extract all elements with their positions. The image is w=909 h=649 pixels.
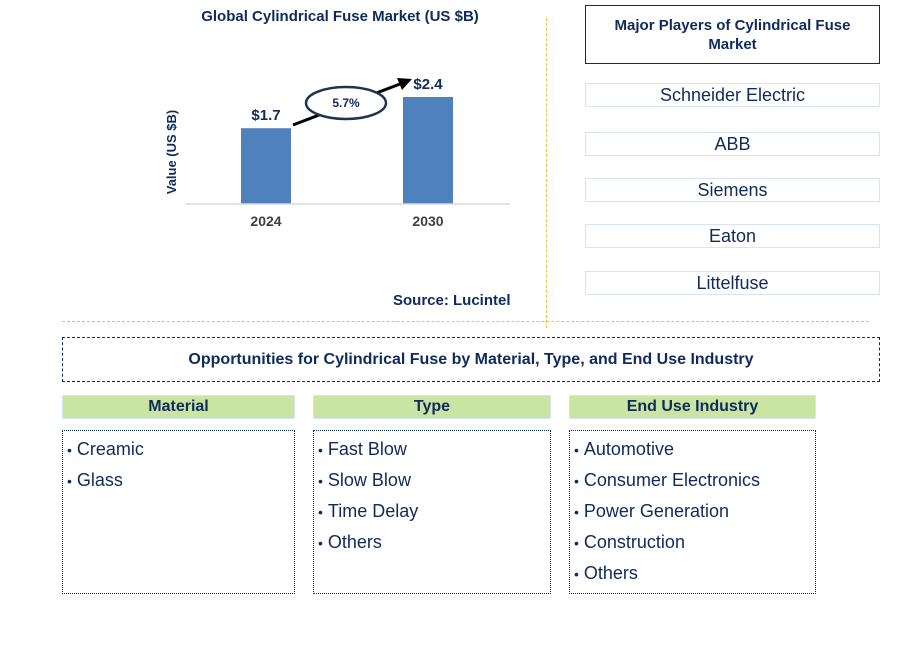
bullet-icon: • [318, 473, 323, 489]
vertical-divider [546, 18, 547, 328]
list-item-text: Time Delay [327, 501, 419, 521]
player-item: Schneider Electric [585, 83, 880, 107]
list-item: • Consumer Electronics [574, 465, 811, 496]
chart-title: Global Cylindrical Fuse Market (US $B) [201, 8, 479, 25]
list-item: • Construction [574, 527, 811, 558]
list-item-text: Creamic [76, 439, 144, 459]
bullet-icon: • [574, 535, 579, 551]
list-item: • Slow Blow [318, 465, 546, 496]
list-item: • Automotive [574, 434, 811, 465]
list-item: • Fast Blow [318, 434, 546, 465]
bullet-icon: • [574, 442, 579, 458]
list-item: • Glass [67, 465, 290, 496]
bar-2030 [403, 97, 453, 204]
list-item-text: Power Generation [583, 501, 729, 521]
category-list-end-use: • Automotive • Consumer Electronics • Power G… [569, 430, 816, 594]
category-list-type: • Fast Blow • Slow Blow • Time Delay • Others [313, 430, 551, 594]
player-item: ABB [585, 132, 880, 156]
horizontal-divider [62, 321, 869, 322]
bar-chart: Value (US $B) $1.7 2024 $2.4 2030 5.7% [164, 76, 510, 229]
list-item-text: Others [583, 563, 638, 583]
list-item-text: Fast Blow [327, 439, 407, 459]
y-axis-label: Value (US $B) [164, 110, 179, 195]
source-label: Source: Lucintel [393, 292, 511, 309]
bullet-icon: • [574, 473, 579, 489]
bullet-icon: • [318, 535, 323, 551]
category-header-type: Type [313, 395, 551, 419]
list-item: • Creamic [67, 434, 290, 465]
cagr-label: 5.7% [332, 96, 360, 110]
bullet-icon: • [67, 473, 72, 489]
list-item: • Power Generation [574, 496, 811, 527]
list-item-text: Automotive [583, 439, 674, 459]
bullet-icon: • [318, 442, 323, 458]
category-header-end-use: End Use Industry [569, 395, 816, 419]
list-item: • Time Delay [318, 496, 546, 527]
list-item-text: Slow Blow [327, 470, 411, 490]
bullet-icon: • [574, 566, 579, 582]
player-item: Siemens [585, 178, 880, 202]
list-item-text: Glass [76, 470, 123, 490]
bullet-icon: • [67, 442, 72, 458]
bar-2024 [241, 128, 291, 204]
cagr-annotation: 5.7% [292, 78, 412, 127]
player-item: Littelfuse [585, 271, 880, 295]
x-tick-label: 2030 [412, 213, 443, 229]
x-tick-label: 2024 [250, 213, 281, 229]
data-label: $2.4 [413, 76, 443, 93]
player-item: Eaton [585, 224, 880, 248]
bullet-icon: • [574, 504, 579, 520]
category-list-material: • Creamic • Glass [62, 430, 295, 594]
list-item: • Others [318, 527, 546, 558]
list-item-text: Construction [583, 532, 685, 552]
opportunities-title: Opportunities for Cylindrical Fuse by Ma… [62, 337, 880, 382]
players-title: Major Players of Cylindrical Fuse Market [585, 5, 880, 64]
category-header-material: Material [62, 395, 295, 419]
list-item-text: Consumer Electronics [583, 470, 760, 490]
data-label: $1.7 [251, 107, 280, 124]
bullet-icon: • [318, 504, 323, 520]
list-item: • Others [574, 558, 811, 589]
list-item-text: Others [327, 532, 382, 552]
